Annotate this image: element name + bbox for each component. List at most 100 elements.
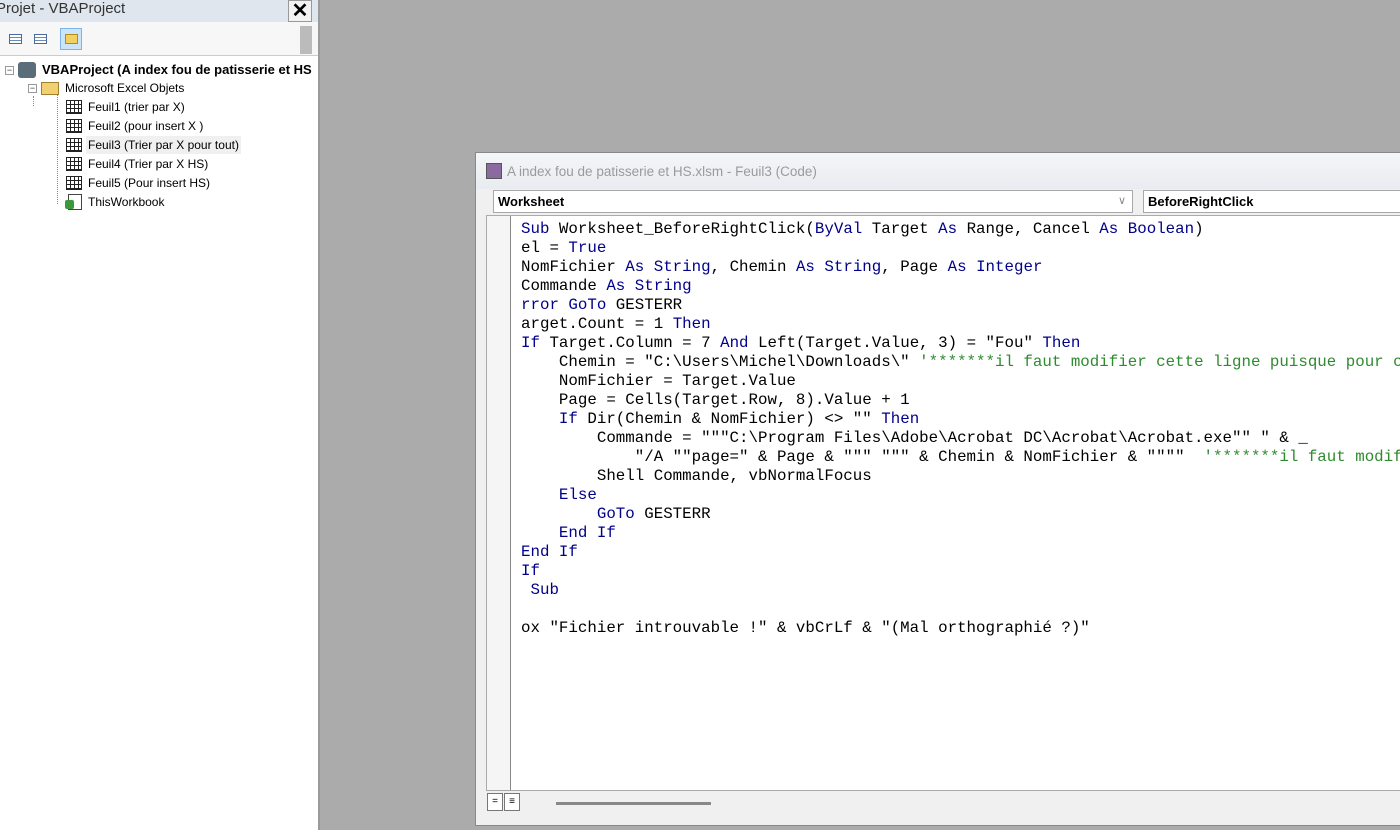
object-dropdown[interactable]: Worksheet ∨	[493, 190, 1133, 213]
code-line[interactable]: Commande = """C:\Program Files\Adobe\Acr…	[521, 429, 1400, 448]
code-keyword: rror GoTo	[521, 296, 607, 314]
code-text: Worksheet_BeforeRightClick(	[558, 220, 815, 238]
code-comment: '*******il faut modifier cette ligne pui…	[919, 353, 1400, 371]
code-keyword: As String	[795, 258, 882, 276]
code-line[interactable]: NomFichier = Target.Value	[521, 372, 1400, 391]
tree-node-feuil3[interactable]: Feuil3 (Trier par X pour tout)	[66, 136, 241, 154]
worksheet-icon	[66, 100, 82, 114]
toggle-folders-button[interactable]	[60, 28, 82, 50]
worksheet-icon	[66, 119, 82, 133]
tree-node-feuil4[interactable]: Feuil4 (Trier par X HS)	[66, 155, 210, 173]
code-keyword: As	[938, 220, 958, 238]
project-explorer: Projet - VBAProject ✕ − VBAProject (A in…	[0, 0, 320, 830]
code-text: Shell Commande, vbNormalFocus	[521, 467, 872, 485]
code-line[interactable]: Else	[521, 486, 1400, 505]
tree-node-thisworkbook[interactable]: ThisWorkbook	[65, 193, 166, 211]
project-explorer-title: Projet - VBAProject	[0, 0, 126, 17]
chevron-down-icon: ∨	[1117, 195, 1126, 207]
toolbar-scroll[interactable]	[300, 26, 312, 54]
code-line[interactable]: Sub	[521, 581, 1400, 600]
code-text: )	[1194, 220, 1204, 238]
code-line[interactable]: End If	[521, 543, 1400, 562]
code-line[interactable]: NomFichier As String, Chemin As String, …	[521, 258, 1400, 277]
code-text: Chemin = "C:\Users\Michel\Downloads\"	[521, 353, 920, 371]
code-line[interactable]: If	[521, 562, 1400, 581]
project-explorer-titlebar: Projet - VBAProject ✕	[0, 0, 318, 22]
code-window-titlebar: A index fou de patisserie et HS.xlsm - F…	[476, 153, 1400, 189]
code-line[interactable]: Page = Cells(Target.Row, 8).Value + 1	[521, 391, 1400, 410]
procedure-dropdown[interactable]: BeforeRightClick	[1143, 190, 1400, 213]
code-window-bottom-bar: = ≡	[486, 791, 1400, 816]
code-keyword: If	[521, 334, 540, 352]
code-text: NomFichier	[521, 258, 626, 276]
code-lines: Sub Worksheet_BeforeRightClick(ByVal Tar…	[521, 220, 1400, 638]
code-keyword: GoTo	[596, 505, 635, 523]
code-text: Left(Target.Value, 3) = "Fou"	[748, 334, 1043, 352]
code-text: ox "Fichier introuvable !" & vbCrLf & "(…	[521, 619, 1090, 637]
code-keyword: Sub	[530, 581, 559, 599]
code-keyword: True	[568, 239, 607, 257]
folder-icon	[64, 34, 78, 44]
tree-node-vbaproject[interactable]: − VBAProject (A index fou de patisserie …	[5, 61, 314, 79]
code-keyword: As Integer	[947, 258, 1043, 276]
code-text: Range, Cancel	[957, 220, 1100, 238]
code-keyword: ByVal	[814, 220, 863, 238]
procedure-dropdown-value: BeforeRightClick	[1148, 194, 1254, 209]
code-line[interactable]: If Dir(Chemin & NomFichier) <> "" Then	[521, 410, 1400, 429]
code-line[interactable]: Sub Worksheet_BeforeRightClick(ByVal Tar…	[521, 220, 1400, 239]
view-object-icon	[33, 34, 47, 44]
view-code-icon	[8, 34, 22, 44]
code-line[interactable]: el = True	[521, 239, 1400, 258]
procedure-view-button[interactable]: =	[487, 793, 503, 811]
collapse-icon[interactable]: −	[5, 65, 14, 75]
code-line[interactable]	[521, 600, 1400, 619]
view-object-button[interactable]	[29, 28, 51, 50]
code-keyword: Then	[672, 315, 711, 333]
code-text: Commande	[521, 277, 607, 295]
close-button[interactable]: ✕	[288, 0, 312, 22]
code-line[interactable]: GoTo GESTERR	[521, 505, 1400, 524]
code-text: GESTERR	[606, 296, 683, 314]
code-line[interactable]: If Target.Column = 7 And Left(Target.Val…	[521, 334, 1400, 353]
collapse-icon[interactable]: −	[28, 83, 37, 93]
code-keyword: End If	[521, 543, 578, 561]
code-text: Target	[862, 220, 939, 238]
margin-indicator-bar	[487, 216, 511, 790]
worksheet-icon	[66, 138, 82, 152]
code-line[interactable]: Chemin = "C:\Users\Michel\Downloads\" '*…	[521, 353, 1400, 372]
code-keyword: And	[720, 334, 749, 352]
code-keyword: As	[1099, 220, 1119, 238]
code-keyword: Else	[558, 486, 597, 504]
code-line[interactable]: Commande As String	[521, 277, 1400, 296]
full-module-view-button[interactable]: ≡	[504, 793, 520, 811]
code-keyword: As String	[625, 258, 711, 276]
code-line[interactable]: rror GoTo GESTERR	[521, 296, 1400, 315]
code-keyword: As String	[606, 277, 692, 295]
code-text: Page = Cells(Target.Row, 8).Value + 1	[521, 391, 910, 409]
code-line[interactable]: Shell Commande, vbNormalFocus	[521, 467, 1400, 486]
code-text: , Page	[881, 258, 948, 276]
tree-node-feuil2[interactable]: Feuil2 (pour insert X )	[66, 117, 205, 135]
code-text: NomFichier = Target.Value	[521, 372, 796, 390]
code-line[interactable]: "/A ""page=" & Page & """ """ & Chemin &…	[521, 448, 1400, 467]
code-line[interactable]: End If	[521, 524, 1400, 543]
code-keyword: Sub	[521, 220, 559, 238]
code-keyword: Then	[1042, 334, 1081, 352]
code-text: el =	[521, 239, 569, 257]
tree-node-feuil5[interactable]: Feuil5 (Pour insert HS)	[66, 174, 212, 192]
view-code-button[interactable]	[4, 28, 26, 50]
code-text: , Chemin	[710, 258, 796, 276]
code-text: "/A ""page=" & Page & """ """ & Chemin &…	[521, 448, 1204, 466]
folder-icon	[41, 81, 59, 95]
code-window-title: A index fou de patisserie et HS.xlsm - F…	[507, 163, 817, 179]
code-line[interactable]: arget.Count = 1 Then	[521, 315, 1400, 334]
code-keyword: End If	[558, 524, 616, 542]
code-line[interactable]: ox "Fichier introuvable !" & vbCrLf & "(…	[521, 619, 1400, 638]
horizontal-scrollbar-thumb[interactable]	[556, 802, 711, 805]
tree-node-excel-objects[interactable]: − Microsoft Excel Objets	[28, 79, 186, 97]
tree-node-feuil1[interactable]: Feuil1 (trier par X)	[66, 98, 187, 116]
code-editor[interactable]: Sub Worksheet_BeforeRightClick(ByVal Tar…	[486, 215, 1400, 791]
